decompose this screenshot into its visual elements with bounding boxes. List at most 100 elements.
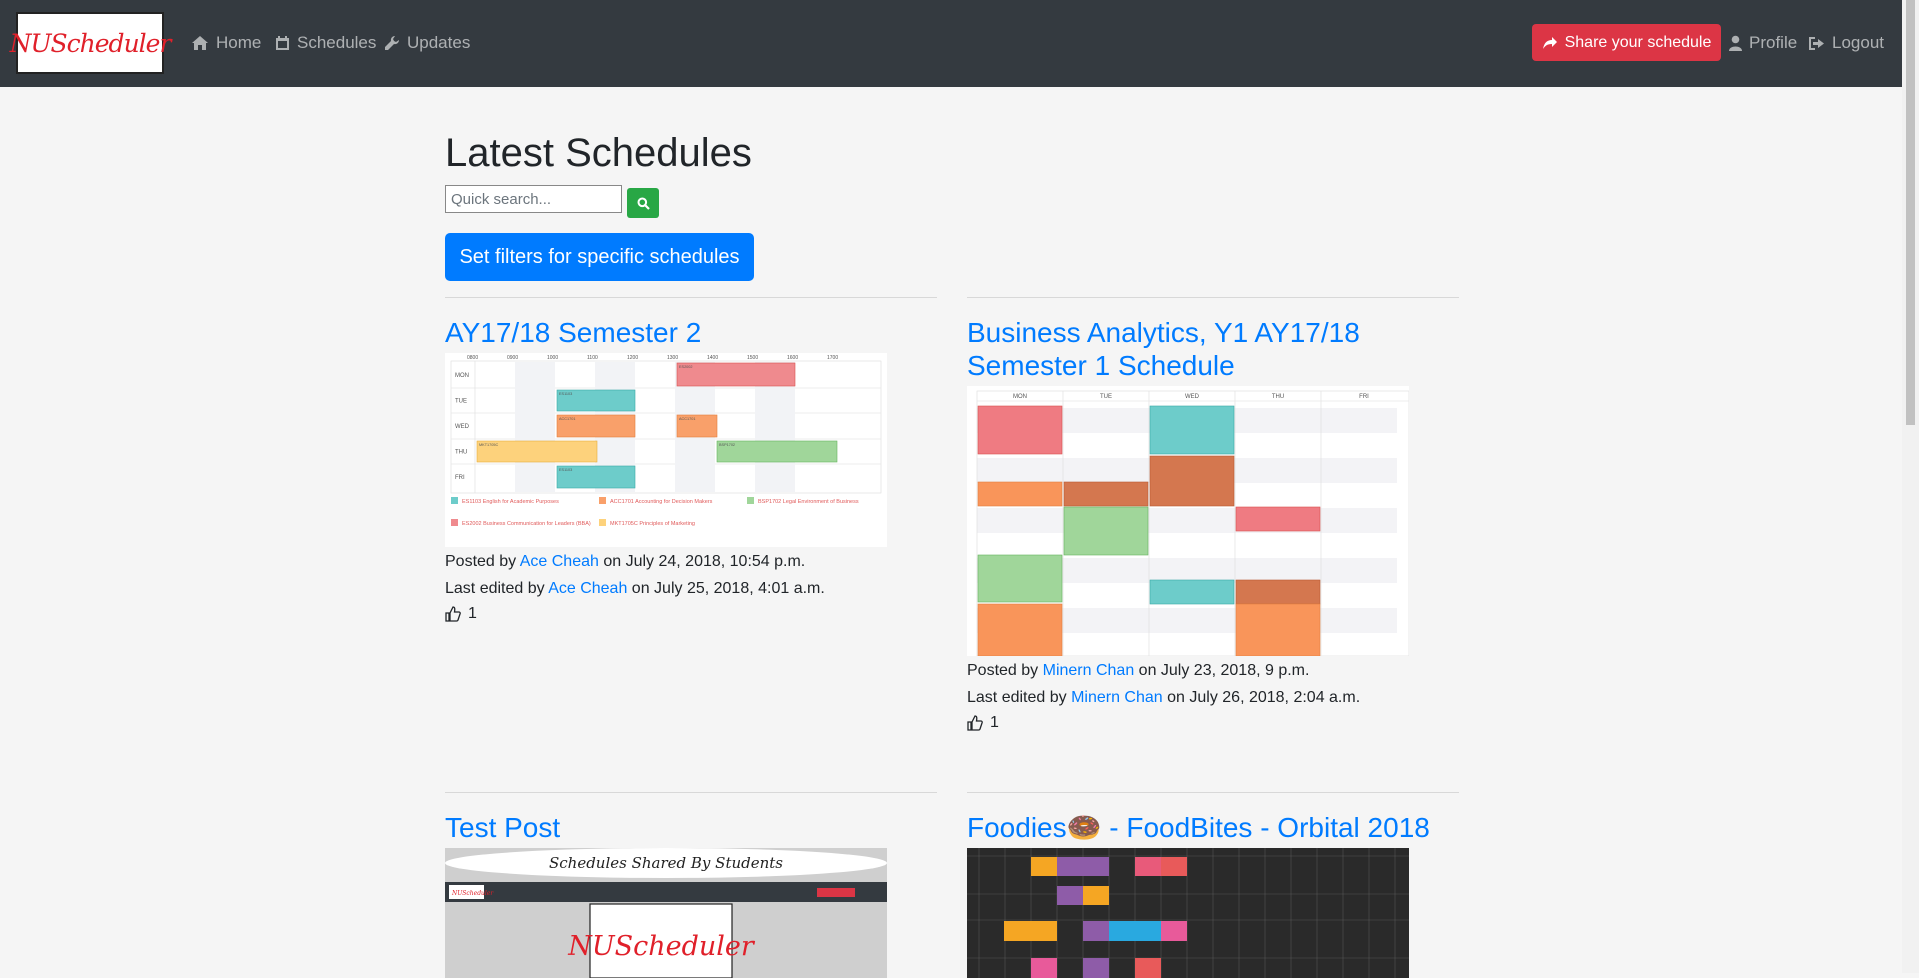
- posted-by: Posted by Ace Cheah on July 24, 2018, 10…: [445, 548, 937, 575]
- svg-text:BSP1702: BSP1702: [719, 443, 735, 447]
- scrollbar[interactable]: [1902, 0, 1919, 973]
- day-label: MON: [1013, 394, 1027, 400]
- time-label: 1500: [747, 355, 758, 361]
- divider: [445, 297, 937, 298]
- navbar: NUScheduler Home Schedules Updates Share…: [0, 0, 1902, 87]
- svg-text:ES2002: ES2002: [679, 365, 693, 369]
- post-card: AY17/18 Semester 2 0800 0900 1000 1100 1200 1…: [445, 297, 937, 623]
- nav-updates-label: Updates: [407, 33, 471, 52]
- edited-date: on July 26, 2018, 2:04 a.m.: [1162, 689, 1361, 706]
- post-card: Business Analytics, Y1 AY17/18 Semester …: [967, 297, 1459, 732]
- brand-logo[interactable]: NUScheduler: [10, 12, 171, 74]
- nav-profile-label: Profile: [1749, 33, 1798, 52]
- home-icon: [192, 36, 208, 50]
- edited-prefix: Last edited by: [967, 689, 1072, 706]
- editor-link[interactable]: Ace Cheah: [548, 580, 627, 597]
- svg-text:MKT1705C: MKT1705C: [479, 443, 498, 447]
- day-label: WED: [1185, 394, 1200, 400]
- legend-item: MKT1705C Principles of Marketing: [610, 521, 695, 527]
- post-card: Test Post Schedules Shared By Students N…: [445, 792, 937, 978]
- divider: [445, 792, 937, 793]
- legend-item: ES2002 Business Communication for Leader…: [462, 521, 591, 527]
- search-input[interactable]: [445, 185, 622, 213]
- time-label: 1000: [547, 355, 558, 361]
- svg-text:ES1103: ES1103: [559, 468, 572, 472]
- day-label: TUE: [1100, 394, 1112, 400]
- day-label: MON: [455, 373, 469, 379]
- post-title[interactable]: AY17/18 Semester 2: [445, 316, 937, 349]
- svg-text:ES1103: ES1103: [559, 392, 572, 396]
- legend-item: ES1103 English for Academic Purposes: [462, 499, 559, 505]
- author-link[interactable]: Minern Chan: [1043, 662, 1135, 679]
- time-label: 1300: [667, 355, 678, 361]
- last-edited-by: Last edited by Ace Cheah on July 25, 201…: [445, 575, 937, 602]
- like-button[interactable]: 1: [445, 605, 937, 623]
- thumbnail-caption: Schedules Shared By Students: [549, 854, 783, 872]
- search-button[interactable]: [627, 188, 659, 218]
- share-schedule-button[interactable]: Share your schedule: [1532, 24, 1721, 61]
- day-label: FRI: [1359, 394, 1369, 400]
- day-label: THU: [1272, 394, 1284, 400]
- set-filters-button[interactable]: Set filters for specific schedules: [445, 233, 754, 281]
- post-card: Foodies🍩 - FoodBites - Orbital 2018: [967, 792, 1459, 978]
- nav-home[interactable]: Home: [191, 33, 261, 53]
- nav-profile[interactable]: Profile: [1729, 33, 1797, 53]
- edited-prefix: Last edited by: [445, 580, 549, 597]
- calendar-icon: [276, 36, 289, 50]
- post-title[interactable]: Test Post: [445, 811, 937, 844]
- last-edited-by: Last edited by Minern Chan on July 26, 2…: [967, 684, 1459, 711]
- schedule-thumbnail[interactable]: 0800 0900 1000 1100 1200 1300 1400 1500 1600 1700…: [445, 353, 887, 547]
- svg-text:ACC1701: ACC1701: [559, 417, 575, 421]
- thumbs-up-icon: [967, 715, 983, 731]
- post-title[interactable]: Business Analytics, Y1 AY17/18 Semester …: [967, 316, 1459, 382]
- logout-icon: [1809, 36, 1824, 50]
- svg-text:ACC1701: ACC1701: [679, 417, 695, 421]
- posted-by: Posted by Minern Chan on July 23, 2018, …: [967, 657, 1459, 684]
- posted-date: on July 23, 2018, 9 p.m.: [1134, 662, 1310, 679]
- time-label: 0800: [467, 355, 478, 361]
- nav-home-label: Home: [216, 33, 262, 52]
- schedule-thumbnail[interactable]: [967, 848, 1409, 978]
- time-label: 1700: [827, 355, 838, 361]
- like-count: 1: [990, 714, 999, 731]
- time-label: 1100: [587, 355, 598, 361]
- legend-item: BSP1702 Legal Environment of Business: [758, 499, 859, 505]
- day-label: WED: [455, 424, 470, 430]
- user-icon: [1729, 35, 1742, 51]
- time-label: 1400: [707, 355, 718, 361]
- time-label: 1600: [787, 355, 798, 361]
- edited-date: on July 25, 2018, 4:01 a.m.: [627, 580, 825, 597]
- search-icon: [637, 197, 650, 210]
- nav-schedules-label: Schedules: [297, 33, 377, 52]
- like-count: 1: [468, 605, 477, 622]
- divider: [967, 792, 1459, 793]
- posted-prefix: Posted by: [967, 662, 1043, 679]
- divider: [967, 297, 1459, 298]
- thumbnail-brand-small: NUScheduler: [451, 890, 494, 897]
- wrench-icon: [385, 35, 400, 50]
- share-icon: [1542, 36, 1557, 49]
- thumbnail-brand: NUScheduler: [567, 931, 756, 962]
- post-title[interactable]: Foodies🍩 - FoodBites - Orbital 2018: [967, 811, 1459, 844]
- posted-prefix: Posted by: [445, 553, 520, 570]
- page-title: Latest Schedules: [445, 131, 752, 175]
- nav-schedules[interactable]: Schedules: [275, 33, 376, 53]
- day-label: TUE: [455, 399, 467, 405]
- time-label: 1200: [627, 355, 638, 361]
- nav-updates[interactable]: Updates: [384, 33, 470, 53]
- like-button[interactable]: 1: [967, 714, 1459, 732]
- share-button-label: Share your schedule: [1564, 33, 1712, 51]
- editor-link[interactable]: Minern Chan: [1071, 689, 1163, 706]
- legend-item: ACC1701 Accounting for Decision Makers: [610, 499, 713, 505]
- brand-text: NUScheduler: [9, 28, 172, 58]
- author-link[interactable]: Ace Cheah: [520, 553, 599, 570]
- day-label: FRI: [455, 475, 465, 481]
- nav-logout[interactable]: Logout: [1808, 33, 1884, 53]
- scrollbar-thumb[interactable]: [1906, 0, 1915, 425]
- schedule-thumbnail[interactable]: Schedules Shared By Students NUScheduler…: [445, 848, 887, 978]
- day-label: THU: [455, 450, 467, 456]
- thumbs-up-icon: [445, 606, 461, 622]
- schedule-thumbnail[interactable]: MON TUE WED THU FRI: [967, 386, 1409, 656]
- nav-logout-label: Logout: [1832, 33, 1884, 52]
- time-label: 0900: [507, 355, 518, 361]
